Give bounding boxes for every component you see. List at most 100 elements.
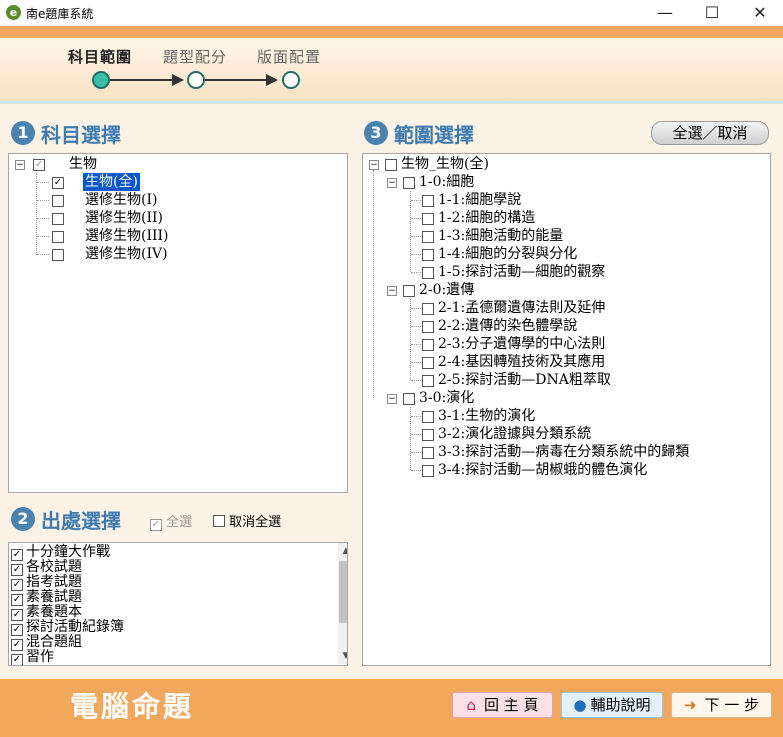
subject-item-label: 選修生物(IV) [85, 246, 168, 262]
home-button[interactable]: ⌂ 回 主 頁 [452, 692, 553, 718]
minimize-button[interactable]: — [642, 0, 688, 26]
section-label: 1-5:探討活動—細胞的觀察 [438, 264, 606, 280]
checkbox-icon[interactable] [403, 393, 415, 405]
section-label: 2-5:探討活動—DNA粗萃取 [438, 372, 611, 388]
scroll-up-icon[interactable]: ▲ [338, 543, 347, 559]
checkbox-icon[interactable] [422, 429, 434, 441]
checkbox-icon[interactable] [403, 177, 415, 189]
source-item[interactable]: ✓ 素養題本 [11, 604, 82, 621]
checkbox-icon[interactable] [422, 375, 434, 387]
divider [0, 101, 783, 104]
window-title: 南e題庫系統 [26, 7, 94, 21]
section-title: 科目選擇 [41, 123, 121, 147]
collapse-icon[interactable]: − [369, 160, 379, 170]
section-label: 2-1:孟德爾遺傳法則及延伸 [438, 300, 606, 316]
source-item[interactable]: ✓ 混合題組 [11, 634, 82, 651]
step-dot-layout [282, 71, 300, 89]
collapse-icon[interactable]: − [387, 286, 397, 296]
checkbox-icon[interactable] [52, 231, 64, 243]
section-number-badge: 2 [11, 507, 35, 531]
section-label: 2-4:基因轉殖技術及其應用 [438, 354, 606, 370]
section-label: 3-4:探討活動—胡椒蛾的體色演化 [438, 462, 648, 478]
tree-connector [411, 236, 421, 237]
section-label: 3-1:生物的演化 [438, 408, 536, 424]
tree-connector [411, 326, 421, 327]
maximize-button[interactable]: ☐ [689, 0, 735, 26]
checkbox-icon[interactable] [422, 267, 434, 279]
scroll-thumb[interactable] [339, 561, 347, 623]
scroll-down-icon[interactable]: ▼ [338, 648, 347, 664]
source-item[interactable]: ✓ 各校試題 [11, 559, 82, 576]
checkbox-icon[interactable] [422, 213, 434, 225]
source-item[interactable]: ✓ 指考試題 [11, 574, 82, 591]
home-button-label: 回 主 頁 [483, 696, 539, 714]
checkbox-icon[interactable] [385, 159, 397, 171]
checkbox-checked-icon[interactable]: ✓ [11, 654, 23, 665]
collapse-icon[interactable]: − [387, 394, 397, 404]
checkbox-icon[interactable] [213, 515, 225, 527]
subject-item-label: 選修生物(III) [85, 228, 169, 244]
section-label: 1-3:細胞活動的能量 [438, 228, 564, 244]
tree-connector [411, 416, 421, 417]
tree-connector [411, 218, 421, 219]
chapter-label: 2-0:遺傳 [419, 282, 475, 298]
source-item-label: 素養試題 [26, 589, 82, 605]
tree-connector [37, 236, 49, 237]
checkbox-checked-icon[interactable]: ✓ [33, 159, 45, 171]
subject-item-label: 生物(全) [83, 173, 140, 191]
section-label: 2-3:分子遺傳學的中心法則 [438, 336, 606, 352]
checkbox-icon[interactable] [52, 195, 64, 207]
deselect-all-sources-option[interactable]: 取消全選 [213, 511, 281, 530]
checkbox-icon[interactable] [52, 249, 64, 261]
checkbox-icon[interactable] [422, 339, 434, 351]
checkbox-checked-icon[interactable]: ✓ [52, 177, 64, 189]
source-item[interactable]: ✓ 探討活動紀錄簿 [11, 619, 124, 636]
tree-connector [411, 380, 421, 381]
collapse-icon[interactable]: − [387, 178, 397, 188]
source-item-label: 指考試題 [26, 574, 82, 590]
source-list-scrollbar[interactable]: ▲ ▼ [338, 543, 347, 664]
checkbox-icon[interactable] [422, 321, 434, 333]
help-button[interactable]: ● 輔助說明 [561, 692, 663, 718]
source-item-label: 混合題組 [26, 634, 82, 650]
checkbox-icon[interactable] [403, 285, 415, 297]
checkbox-icon[interactable] [422, 195, 434, 207]
next-step-button[interactable]: ➜ 下 一 步 [671, 692, 772, 718]
tree-connector [411, 272, 421, 273]
source-item-label: 探討活動紀錄簿 [26, 619, 124, 635]
source-item-label: 各校試題 [26, 559, 82, 575]
source-item[interactable]: ✓ 素養試題 [11, 589, 82, 606]
close-button[interactable]: ✕ [737, 0, 783, 26]
section-label: 1-2:細胞的構造 [438, 210, 536, 226]
step-connector [205, 79, 267, 81]
toggle-all-range-button[interactable]: 全選／取消 [651, 121, 769, 145]
checkbox-icon[interactable] [422, 411, 434, 423]
source-item[interactable]: ✓ 習作 [11, 650, 54, 665]
section-label: 1-1:細胞學說 [438, 192, 522, 208]
step-label-scoring: 題型配分 [163, 48, 228, 66]
tree-node-label: 生物_生物(全) [401, 156, 489, 172]
range-tree-panel: − 生物_生物(全) − 1-0:細胞 1-1:細胞學說 1-2:細胞的構造 1-3:細… [362, 153, 771, 666]
checkbox-checked-icon[interactable]: ✓ [150, 519, 162, 531]
checkbox-icon[interactable] [422, 303, 434, 315]
next-arrow-icon: ➜ [683, 696, 697, 714]
select-all-sources-option[interactable]: ✓ 全選 [150, 511, 192, 531]
collapse-icon[interactable]: − [15, 160, 25, 170]
checkbox-icon[interactable] [422, 357, 434, 369]
section-number-badge: 1 [11, 121, 35, 145]
source-item[interactable]: ✓ 十分鐘大作戰 [11, 545, 110, 561]
help-button-label: 輔助說明 [590, 696, 651, 714]
checkbox-icon[interactable] [422, 249, 434, 261]
module-title: 電腦命題 [70, 690, 195, 723]
step-dot-subject [92, 71, 110, 89]
checkbox-icon[interactable] [422, 465, 434, 477]
tree-connector [411, 470, 421, 471]
checkbox-icon[interactable] [422, 447, 434, 459]
next-step-label: 下 一 步 [704, 696, 760, 714]
checkbox-icon[interactable] [422, 231, 434, 243]
source-item-label: 素養題本 [26, 604, 82, 620]
footer-bar: 電腦命題 ⌂ 回 主 頁 ● 輔助說明 ➜ 下 一 步 [0, 679, 783, 737]
tree-connector [411, 344, 421, 345]
section-number-badge: 3 [364, 121, 388, 145]
checkbox-icon[interactable] [52, 213, 64, 225]
